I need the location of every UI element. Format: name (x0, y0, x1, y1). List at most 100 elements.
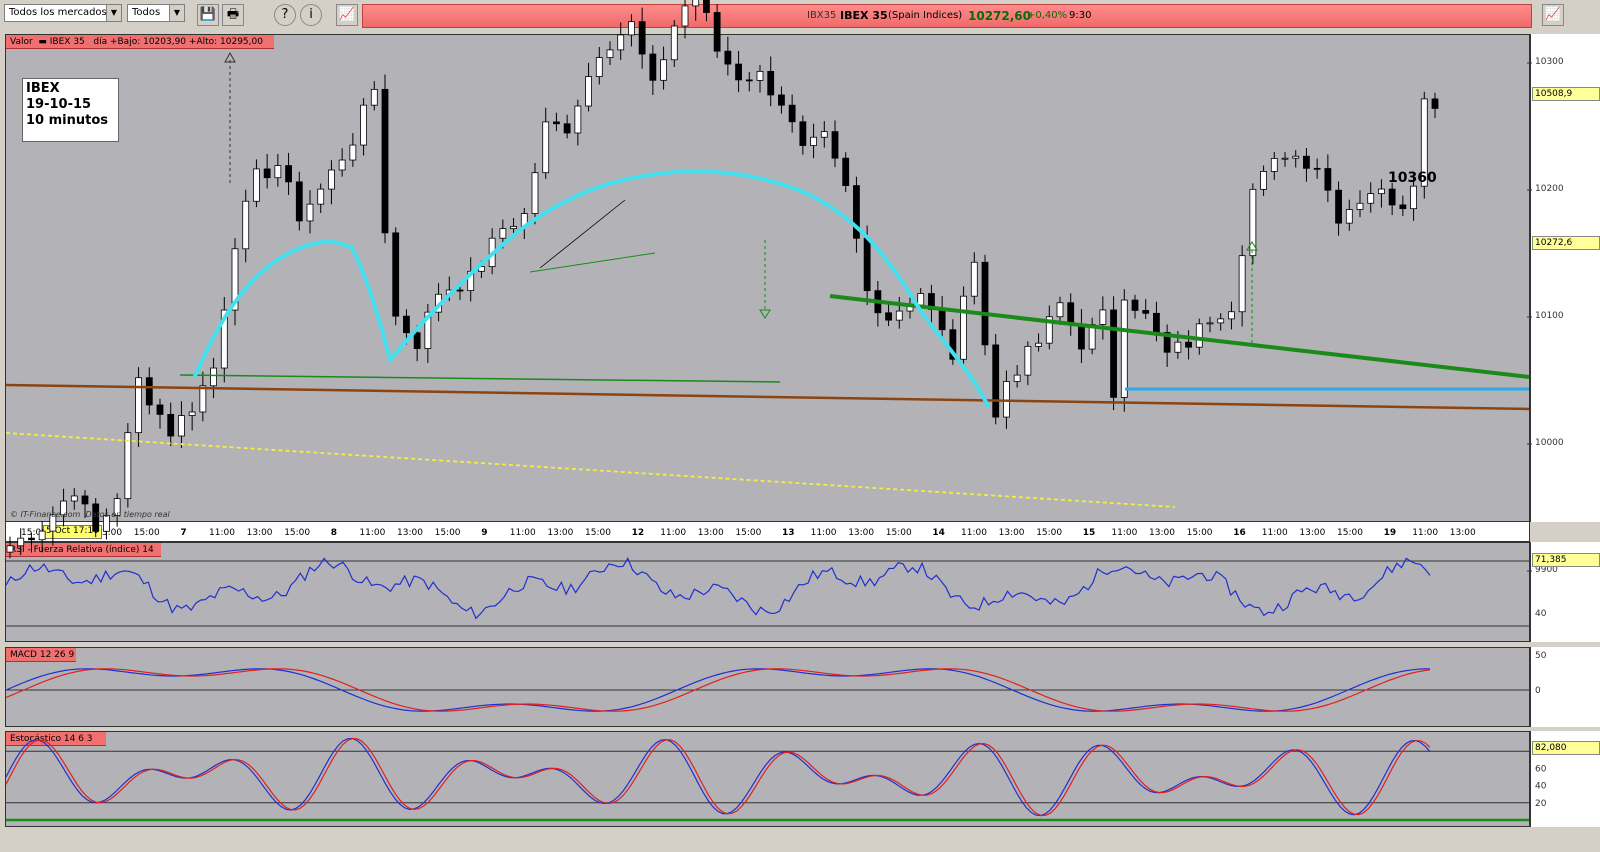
macd-axis-label: 0 (1535, 686, 1541, 696)
candle-body (531, 172, 539, 214)
candle-body (1399, 204, 1407, 210)
candle-body (595, 57, 603, 77)
candle-body (6, 545, 14, 553)
candle-body (70, 495, 78, 502)
candle-body (413, 332, 421, 349)
candle-body (317, 188, 325, 205)
candle-body (1153, 312, 1160, 333)
candle-body (242, 200, 250, 250)
chart-svg: 804050080604020 (5, 0, 1547, 822)
candle-body (1174, 341, 1182, 353)
macd-axis-label: 50 (1535, 651, 1547, 661)
candle-body (574, 105, 582, 134)
candle-body (563, 123, 571, 134)
candle-body (456, 289, 464, 292)
candle-body (156, 404, 164, 415)
credit-source: © IT-Finance.com (10, 510, 81, 519)
candle-body (1228, 311, 1235, 320)
candle-body (842, 157, 850, 187)
stoch-axis-label: 60 (1535, 764, 1547, 774)
candle-body (285, 165, 292, 183)
candle-body (1356, 202, 1364, 210)
price-tag-top: 10508,9 (1532, 87, 1600, 101)
candle-body (810, 136, 817, 146)
support-trendline-thin-green (179, 374, 781, 383)
candle-body (1249, 188, 1257, 257)
candle-body (767, 70, 775, 96)
candle-body (1142, 310, 1150, 314)
candle-body (981, 261, 989, 346)
candle-body (349, 144, 357, 161)
candle-body (703, 0, 710, 13)
candle-body (1378, 188, 1385, 195)
stoch-axis-label: 40 (1535, 782, 1547, 792)
candle-body (606, 49, 614, 58)
candle-body (799, 121, 807, 146)
price-tick-label: 10300 (1535, 57, 1564, 67)
infobox-line3: 10 minutos (26, 113, 109, 128)
candle-body (28, 537, 35, 541)
candle-body (660, 59, 667, 81)
candle-body (81, 495, 89, 505)
candle-body (1120, 299, 1128, 398)
stoch-tag: 82,080 (1532, 741, 1600, 755)
candle-body (1206, 322, 1214, 325)
candle-body (628, 21, 635, 36)
candle-body (917, 293, 925, 306)
candle-body (1067, 302, 1075, 325)
candle-body (992, 344, 1000, 418)
candle-body (649, 53, 657, 81)
arrow-head-icon (759, 309, 771, 319)
candle-body (338, 159, 346, 171)
candle-body (724, 50, 732, 65)
credit-note: Datos en tiempo real (85, 510, 170, 519)
candle-body (1260, 171, 1267, 190)
rsi-tag: 71,385 (1532, 553, 1600, 567)
candle-body (124, 432, 132, 500)
candle-body (1410, 185, 1417, 210)
infobox-line2: 19-10-15 (26, 97, 92, 112)
minor-trendline-green (529, 252, 656, 273)
candle-body (1078, 323, 1085, 350)
candle-body (863, 237, 871, 292)
candle-body (1035, 342, 1042, 347)
candle-body (960, 295, 967, 360)
candle-body (1217, 318, 1225, 324)
candle-body (585, 76, 592, 107)
price-tick-label: 10100 (1535, 311, 1564, 321)
candle-body (788, 104, 796, 123)
candle-body (1367, 193, 1375, 204)
candle-body (1056, 302, 1064, 318)
candle-body (885, 312, 892, 321)
candle-body (692, 0, 700, 7)
stoch-axis-label: 20 (1535, 799, 1547, 809)
price-tick-label: 10200 (1535, 184, 1564, 194)
candle-body (1324, 168, 1332, 191)
candle-body (1131, 299, 1139, 311)
candle-body (1281, 157, 1289, 160)
candle-body (617, 34, 625, 51)
level-annotation: 10360 (1388, 170, 1437, 186)
candle-body (295, 181, 303, 222)
candle-body (392, 232, 400, 317)
candle-body (499, 228, 507, 239)
chart-infobox: IBEX 19-10-15 10 minutos (22, 78, 119, 142)
candle-body (274, 165, 282, 179)
rsi-line (5, 557, 1431, 620)
candle-body (745, 79, 753, 82)
candle-body (1388, 188, 1396, 206)
candle-body (895, 310, 903, 321)
stoch-d-line (5, 737, 1431, 817)
candle-body (1303, 155, 1310, 169)
infobox-line1: IBEX (26, 81, 60, 96)
neckline-trendline-green (829, 294, 1530, 379)
candle-body (1003, 381, 1010, 418)
candle-body (553, 121, 560, 125)
candle-body (1313, 167, 1321, 170)
candle-body (510, 226, 517, 230)
candle-body (178, 415, 185, 437)
candle-body (713, 12, 721, 52)
candle-body (1292, 155, 1300, 159)
candle-body (1099, 309, 1107, 325)
candle-body (370, 88, 378, 106)
